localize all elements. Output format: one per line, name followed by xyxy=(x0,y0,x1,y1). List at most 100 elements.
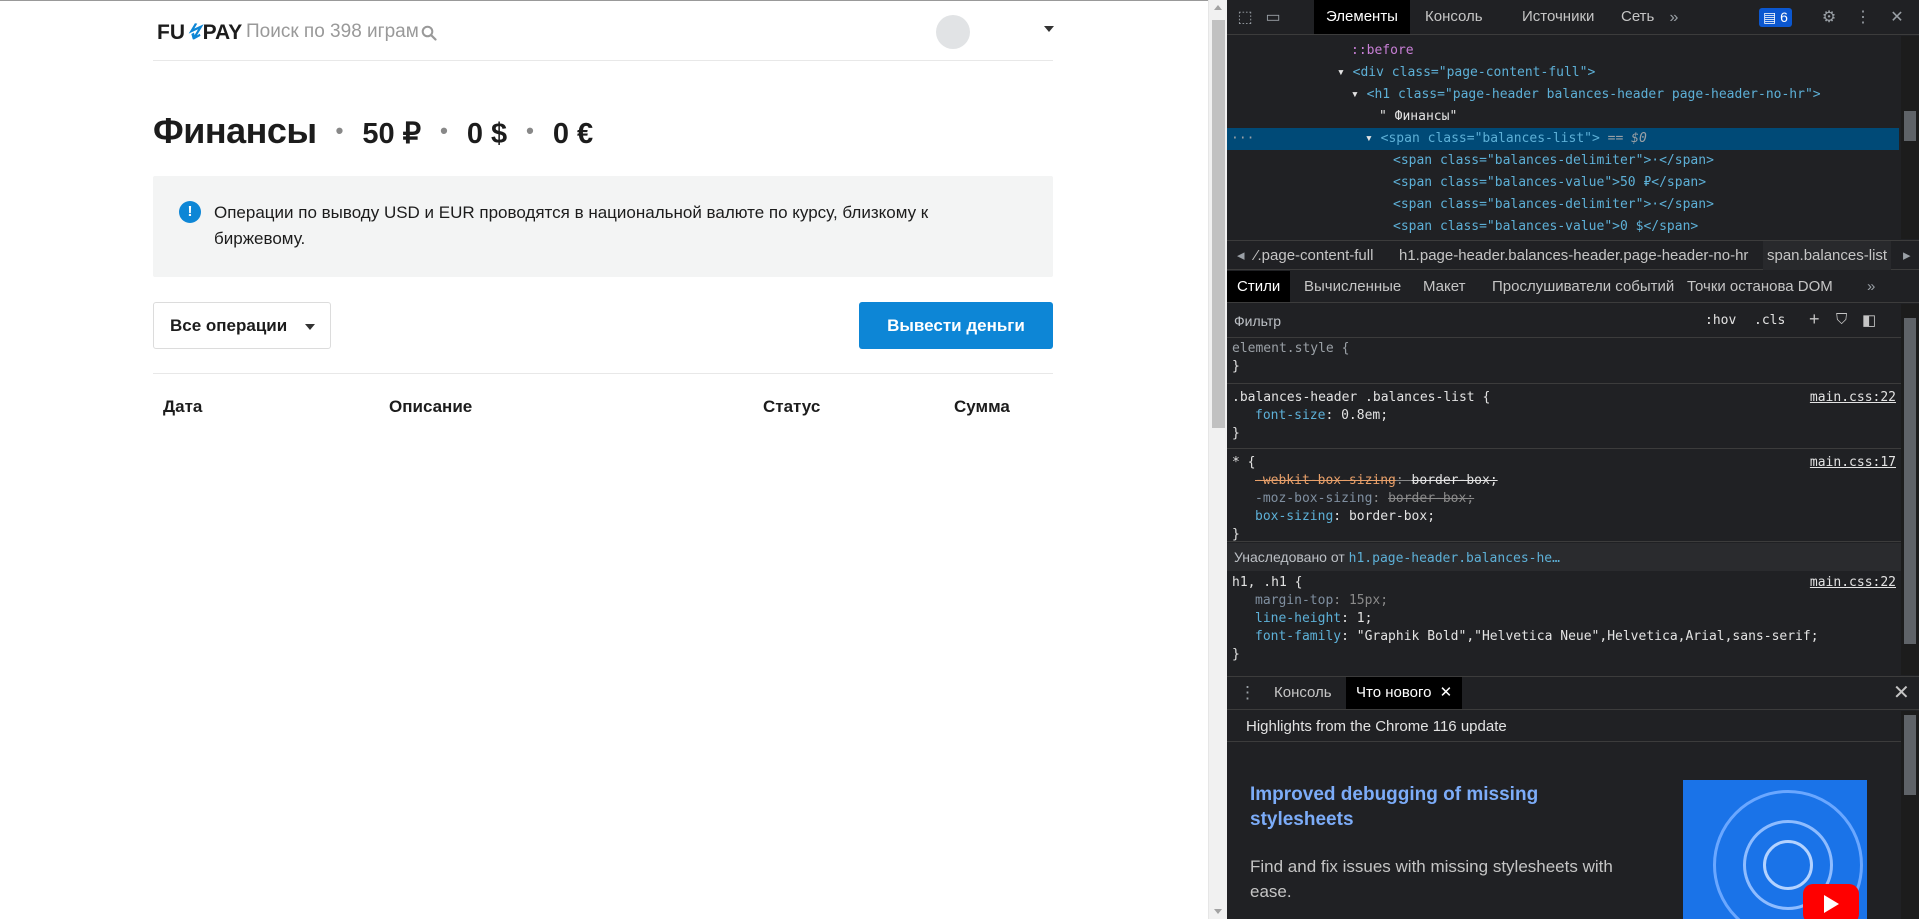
rule3-decl-font-family[interactable]: font-family: "Graphik Bold","Helvetica N… xyxy=(1255,628,1819,646)
tab-event-listeners[interactable]: Прослушиватели событий xyxy=(1482,271,1684,302)
web-page: FU↯PAY Поиск по 398 играм Финансы • 50 ₽… xyxy=(0,0,1208,919)
dom-node-selected-span[interactable]: ··· ▾ <span class="balances-list"> == $0 xyxy=(1227,128,1899,150)
dom-node-div[interactable]: ▾ <div class="page-content-full"> xyxy=(1337,62,1595,84)
breadcrumb-right-arrow-icon[interactable]: ▸ xyxy=(1903,241,1911,270)
rule2-selector[interactable]: * { xyxy=(1232,454,1255,472)
rule2-source-link[interactable]: main.css:17 xyxy=(1810,454,1896,472)
new-style-rule-icon[interactable]: + xyxy=(1809,309,1820,330)
rule3-decl-line-height[interactable]: line-height: 1; xyxy=(1255,610,1372,628)
funpay-logo[interactable]: FU↯PAY xyxy=(157,20,242,45)
page-scrollbar[interactable] xyxy=(1208,0,1227,919)
column-header-status[interactable]: Статус xyxy=(763,397,820,417)
balance-rub: 50 ₽ xyxy=(362,118,422,150)
chevron-down-icon xyxy=(305,324,315,330)
more-subtabs-icon[interactable]: » xyxy=(1857,271,1885,302)
scroll-up-arrow-icon[interactable] xyxy=(1214,5,1222,10)
rule-close-brace: } xyxy=(1232,647,1240,662)
tab-computed[interactable]: Вычисленные xyxy=(1294,271,1411,302)
withdraw-button[interactable]: Вывести деньги xyxy=(859,302,1053,349)
prop-value: border-box; xyxy=(1388,491,1475,506)
drawer-tab-console[interactable]: Консоль xyxy=(1264,677,1342,709)
column-header-description[interactable]: Описание xyxy=(389,397,472,417)
breadcrumb-span[interactable]: span.balances-list xyxy=(1763,241,1892,270)
hov-toggle[interactable]: :hov xyxy=(1705,313,1736,328)
rule3-source-link[interactable]: main.css:22 xyxy=(1810,574,1896,592)
issues-count: 6 xyxy=(1780,9,1788,25)
column-header-date[interactable]: Дата xyxy=(163,397,202,417)
column-header-amount[interactable]: Сумма xyxy=(954,397,1010,417)
whats-new-scrollbar[interactable] xyxy=(1901,711,1919,919)
rule1-declaration[interactable]: font-size: 0.8em; xyxy=(1255,407,1388,425)
scrollbar-thumb[interactable] xyxy=(1212,20,1225,428)
span-tag: <span class="balances-list"> xyxy=(1380,131,1600,146)
user-menu-caret-icon[interactable] xyxy=(1044,26,1054,32)
tab-network[interactable]: Сеть xyxy=(1609,0,1666,34)
dom-scrollbar-thumb[interactable] xyxy=(1904,111,1916,141)
rule2-decl-box-sizing[interactable]: box-sizing: border-box; xyxy=(1255,508,1435,526)
cls-toggle[interactable]: .cls xyxy=(1754,313,1785,328)
rule1-source-link[interactable]: main.css:22 xyxy=(1810,389,1896,407)
drawer-menu-icon[interactable]: ⋮ xyxy=(1239,683,1256,703)
whats-new-video-thumbnail[interactable] xyxy=(1683,780,1867,919)
breadcrumb-div[interactable]: ⁄.page-content-full xyxy=(1255,241,1373,270)
youtube-play-icon[interactable] xyxy=(1803,884,1859,919)
dom-node-before[interactable]: ::before xyxy=(1351,40,1414,62)
issues-badge[interactable]: ▤ 6 xyxy=(1759,8,1792,27)
prop-name: margin-top xyxy=(1255,593,1334,608)
element-style-selector[interactable]: element.style { xyxy=(1232,340,1349,358)
rule2-decl-webkit[interactable]: -webkit-box-sizing: border-box; xyxy=(1255,472,1498,490)
kebab-menu-icon[interactable]: ⋮ xyxy=(1853,8,1873,28)
site-header: FU↯PAY Поиск по 398 играм xyxy=(153,8,1054,61)
breadcrumb-h1[interactable]: h1.page-header.balances-header.page-head… xyxy=(1399,241,1748,270)
dom-node-h1[interactable]: ▾ <h1 class="page-header balances-header… xyxy=(1351,84,1821,106)
tab-layout[interactable]: Макет xyxy=(1413,271,1475,302)
styles-filter-input[interactable]: Фильтр xyxy=(1234,313,1281,329)
rule3-decl-margin-top[interactable]: margin-top: 15px; xyxy=(1255,592,1388,610)
drawer-tab-whats-new[interactable]: Что нового ✕ xyxy=(1346,677,1463,709)
search-icon[interactable] xyxy=(421,25,437,41)
styles-pane: element.style { } .balances-header .bala… xyxy=(1227,339,1901,675)
breadcrumb-left-arrow-icon[interactable]: ◂ xyxy=(1237,241,1245,270)
close-drawer-icon[interactable]: ✕ xyxy=(1893,683,1910,703)
inspect-element-icon[interactable]: ⬚ xyxy=(1235,8,1255,28)
rule3-selector[interactable]: h1, .h1 { xyxy=(1232,574,1302,592)
whats-new-feature-desc: Find and fix issues with missing stylesh… xyxy=(1250,857,1613,901)
tab-sources[interactable]: Источники xyxy=(1510,0,1606,34)
top-border xyxy=(0,0,1208,1)
dom-node-delim-1[interactable]: <span class="balances-delimiter">·</span… xyxy=(1393,150,1714,172)
close-tab-icon[interactable]: ✕ xyxy=(1440,684,1453,701)
search-input[interactable]: Поиск по 398 играм xyxy=(246,21,419,43)
prop-name: box-sizing xyxy=(1255,509,1334,524)
toggle-sidebar-icon[interactable]: ◧ xyxy=(1862,311,1876,329)
ellipsis-icon: ··· xyxy=(1231,131,1255,146)
user-avatar[interactable] xyxy=(936,15,970,49)
tab-console[interactable]: Консоль xyxy=(1413,0,1495,34)
operations-filter-dropdown[interactable]: Все операции xyxy=(153,302,331,349)
rule1-selector[interactable]: .balances-header .balances-list { xyxy=(1232,389,1490,407)
scroll-down-arrow-icon[interactable] xyxy=(1214,909,1222,914)
div-tag: <div class="page-content-full"> xyxy=(1352,65,1596,80)
tab-elements[interactable]: Элементы xyxy=(1314,0,1410,34)
prop-name: -webkit-box-sizing xyxy=(1255,473,1396,488)
dom-node-delim-2[interactable]: <span class="balances-delimiter">·</span… xyxy=(1393,194,1714,216)
paint-brush-icon[interactable]: ⛉ xyxy=(1836,311,1847,328)
inherited-ref-link[interactable]: h1.page-header.balances-he… xyxy=(1349,551,1560,566)
console-ref: == $0 xyxy=(1607,131,1647,146)
rule2-decl-moz[interactable]: -moz-box-sizing: border-box; xyxy=(1255,490,1474,508)
more-tabs-icon[interactable]: » xyxy=(1664,8,1684,28)
dom-node-value-1[interactable]: <span class="balances-value">50 ₽</span> xyxy=(1393,172,1706,194)
tab-styles[interactable]: Стили xyxy=(1227,271,1291,302)
whats-new-scrollbar-thumb[interactable] xyxy=(1904,715,1916,795)
dom-node-value-2[interactable]: <span class="balances-value">0 $</span> xyxy=(1393,216,1698,238)
dom-scrollbar[interactable] xyxy=(1901,36,1919,239)
tab-dom-breakpoints[interactable]: Точки останова DOM xyxy=(1677,271,1843,302)
styles-scrollbar[interactable] xyxy=(1901,304,1919,675)
close-devtools-icon[interactable]: ✕ xyxy=(1887,8,1907,28)
styles-scrollbar-thumb[interactable] xyxy=(1904,318,1916,644)
prop-value: 0.8em; xyxy=(1341,408,1389,423)
dom-node-h1-text[interactable]: " Финансы" xyxy=(1379,106,1457,128)
device-toolbar-icon[interactable]: ▭ xyxy=(1263,8,1283,28)
settings-gear-icon[interactable]: ⚙ xyxy=(1819,8,1839,28)
rule-element-style: element.style { } xyxy=(1227,339,1901,384)
whats-new-feature-title[interactable]: Improved debugging of missing stylesheet… xyxy=(1250,782,1590,832)
